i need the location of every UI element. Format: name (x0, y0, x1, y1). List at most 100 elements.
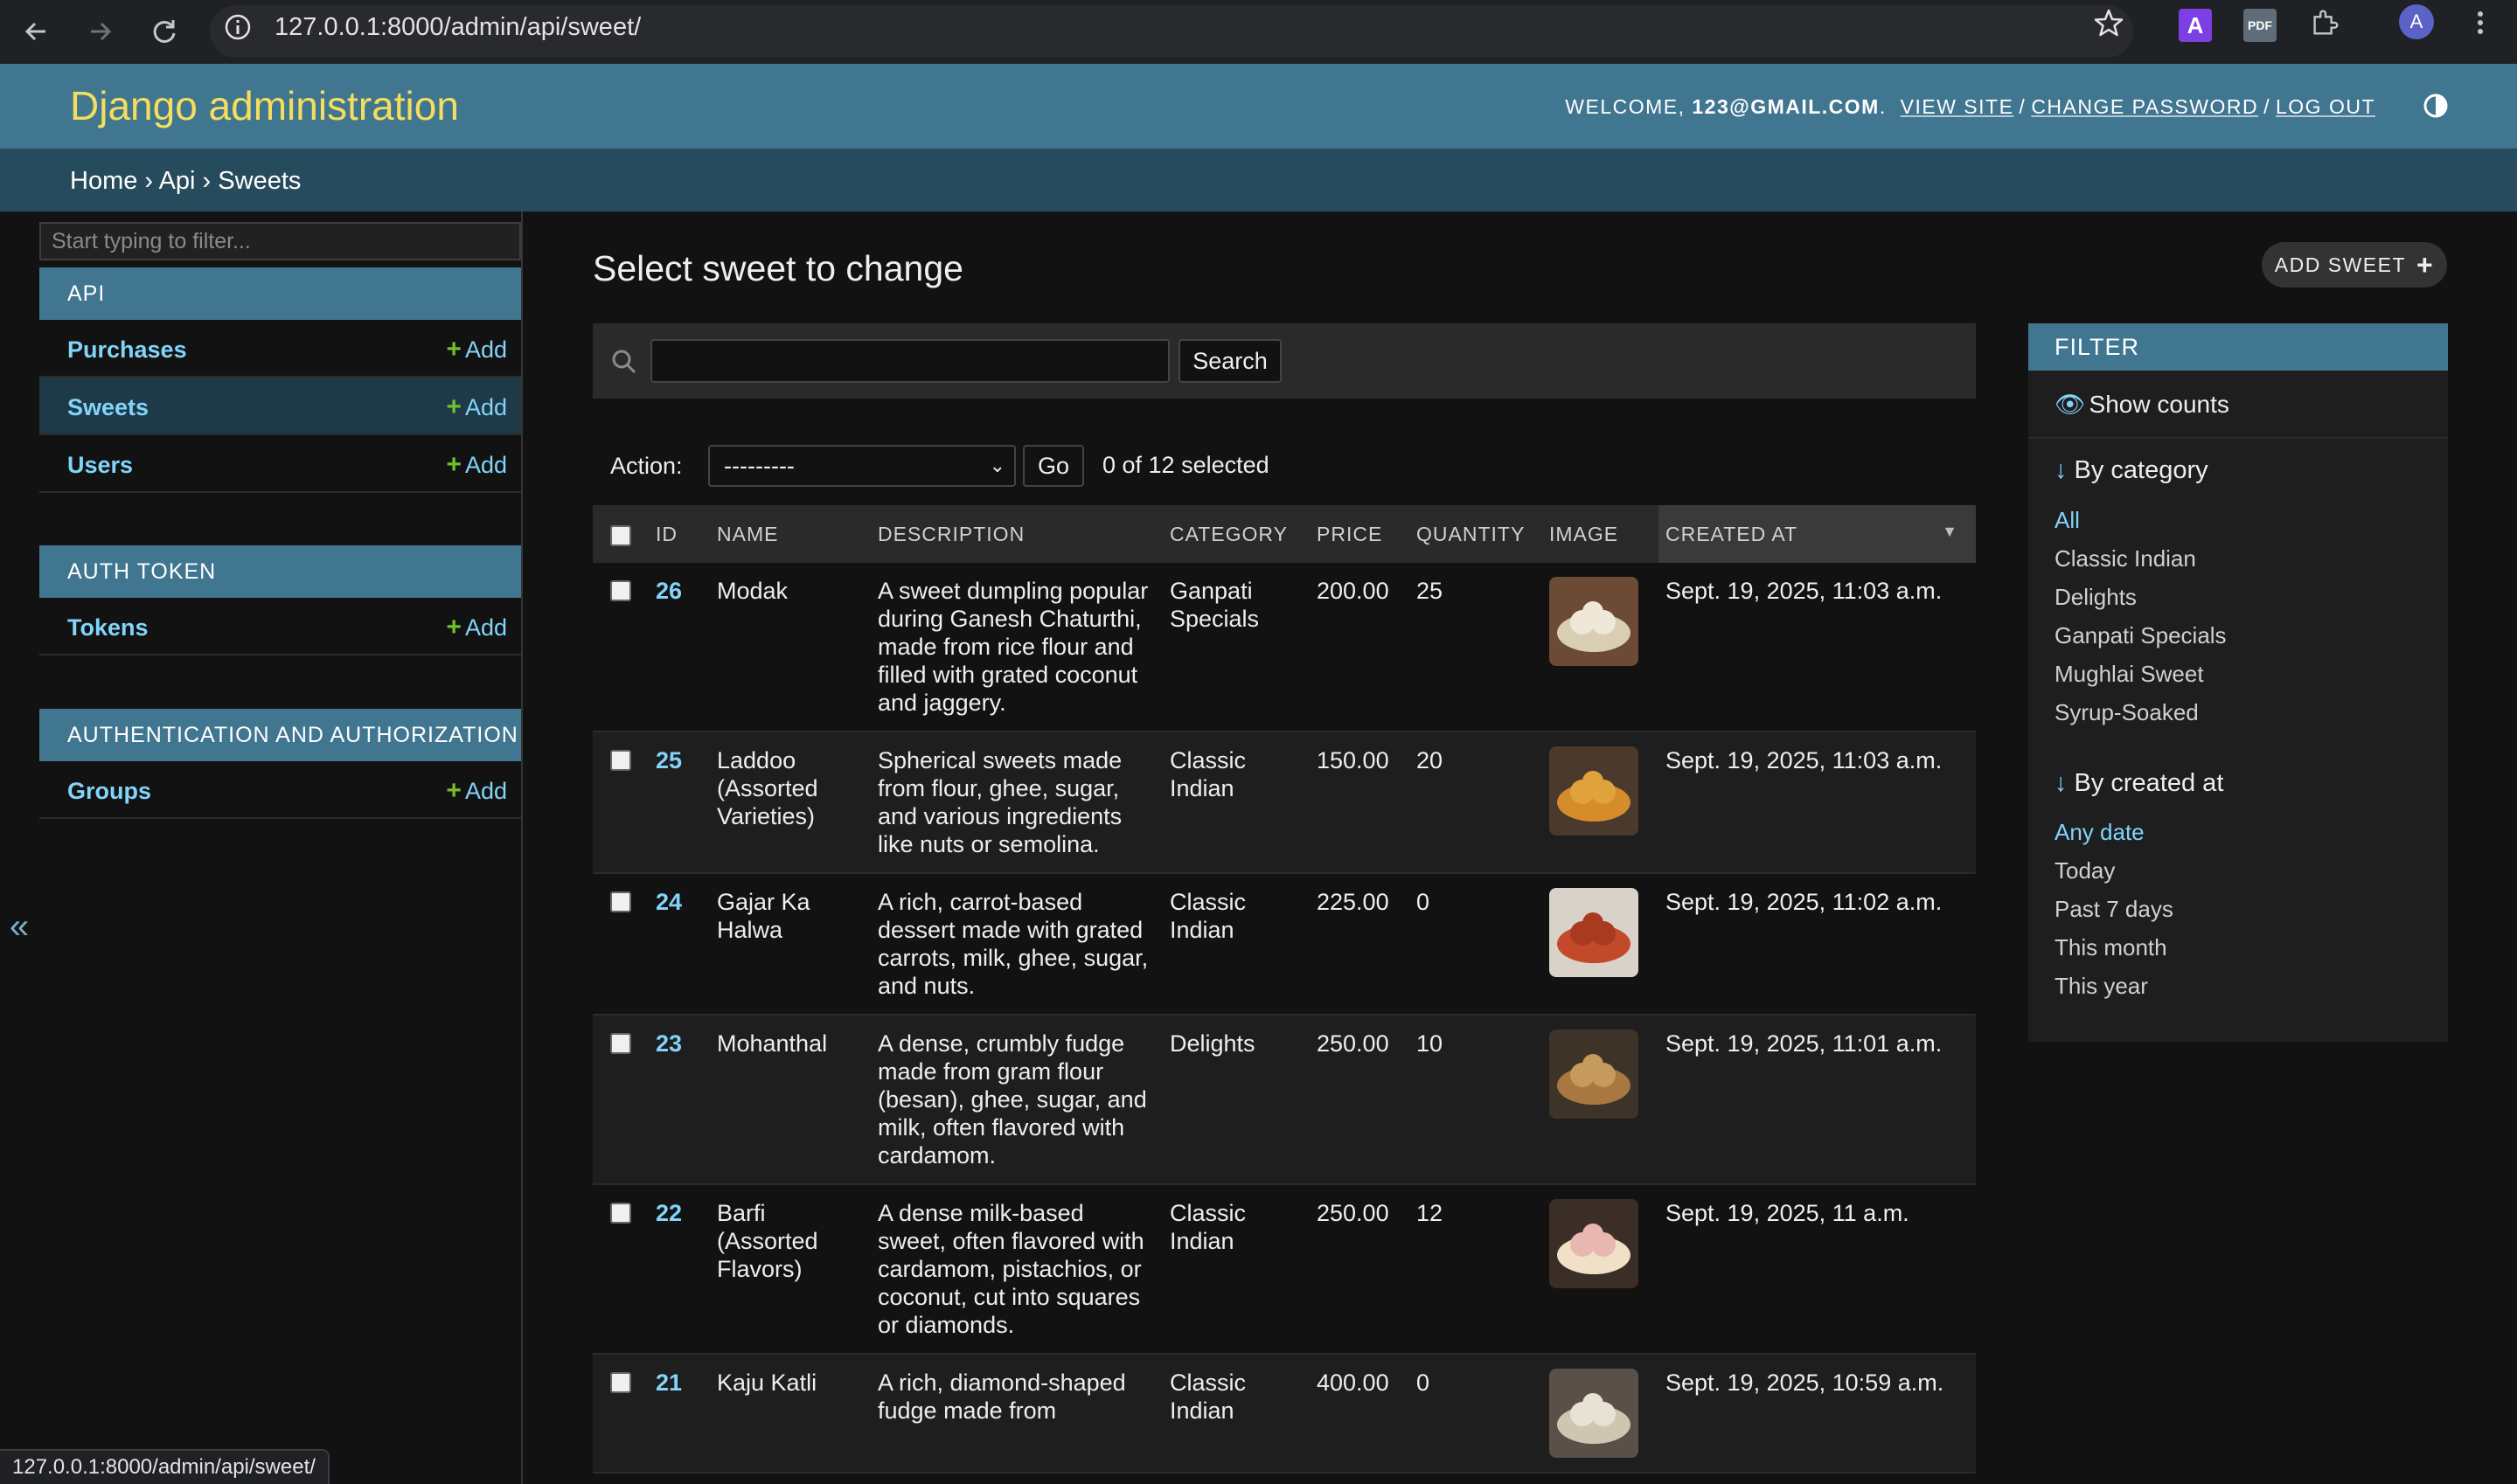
sidebar-collapse-toggle[interactable]: « (0, 891, 38, 961)
model-link-groups[interactable]: Groups (67, 777, 151, 805)
filter-choice-classic-indian[interactable]: Classic Indian (2055, 545, 2196, 572)
url-text[interactable]: 127.0.0.1:8000/admin/api/sweet/ (275, 10, 641, 45)
filter-divider (2028, 437, 2448, 439)
column-header-price[interactable]: PRICE (1310, 505, 1409, 563)
filter-choice-syrup-soaked[interactable]: Syrup-Soaked (2055, 699, 2199, 726)
filter-choice-this-month[interactable]: This month (2055, 934, 2167, 961)
module-caption-auth-token[interactable]: AUTH TOKEN (39, 545, 521, 598)
id-cell: 26 (649, 563, 710, 732)
module-caption-authentication[interactable]: AUTHENTICATION AND AUTHORIZATION (39, 709, 521, 761)
row-select-cell (593, 563, 649, 732)
site-name[interactable]: Django administration (70, 83, 459, 128)
sweet-id-link[interactable]: 26 (656, 578, 682, 604)
name-cell: Barfi (Assorted Flavors) (710, 1184, 871, 1355)
add-sweet-link[interactable]: + Add (446, 393, 507, 421)
name-cell: Gajar Ka Halwa (710, 873, 871, 1016)
sweet-id-link[interactable]: 22 (656, 1200, 682, 1226)
back-arrow-icon[interactable] (19, 14, 54, 49)
row-checkbox[interactable] (610, 1203, 631, 1224)
sweet-id-link[interactable]: 21 (656, 1370, 682, 1396)
table-row: 26 Modak A sweet dumpling popular during G… (593, 563, 1976, 732)
model-link-users[interactable]: Users (67, 451, 133, 479)
sidebar-item-tokens[interactable]: Tokens + Add (39, 598, 521, 655)
filter-choice-ganpati-specials[interactable]: Ganpati Specials (2055, 622, 2227, 649)
model-link-tokens[interactable]: Tokens (67, 614, 149, 641)
sweet-id-link[interactable]: 25 (656, 747, 682, 773)
show-counts-link[interactable]: 👁 Show counts (2055, 390, 2229, 419)
site-header: Django administration WELCOME, 123@GMAIL… (0, 64, 2517, 149)
log-out-link[interactable]: LOG OUT (2276, 95, 2375, 118)
table-row: 22 Barfi (Assorted Flavors) A dense milk-b… (593, 1184, 1976, 1355)
row-checkbox[interactable] (610, 580, 631, 601)
filter-choice-past-7-days[interactable]: Past 7 days (2055, 896, 2173, 923)
column-header-name[interactable]: NAME (710, 505, 871, 563)
row-checkbox[interactable] (610, 891, 631, 912)
column-header-created-at[interactable]: CREATED AT ▼ (1658, 505, 1976, 563)
filter-heading-category[interactable]: ↓ By category (2055, 456, 2208, 485)
breadcrumb-home[interactable]: Home (70, 167, 137, 195)
sidebar-item-purchases[interactable]: Purchases + Add (39, 320, 521, 378)
change-password-link[interactable]: CHANGE PASSWORD (2031, 95, 2258, 118)
add-group-link[interactable]: + Add (446, 777, 507, 805)
filter-choice-category-all[interactable]: All (2055, 507, 2080, 534)
module-caption-api[interactable]: API (39, 267, 521, 320)
star-icon[interactable] (2091, 5, 2126, 40)
row-checkbox[interactable] (610, 1372, 631, 1393)
user-tools: WELCOME, 123@GMAIL.COM. VIEW SITE / CHANGE… (1565, 95, 2375, 118)
forward-arrow-icon[interactable] (82, 14, 117, 49)
search-button[interactable]: Search (1179, 339, 1282, 383)
nav-filter-input[interactable] (39, 222, 521, 260)
filter-choice-this-year[interactable]: This year (2055, 973, 2148, 1000)
sweet-id-link[interactable]: 23 (656, 1030, 682, 1057)
add-user-link[interactable]: + Add (446, 451, 507, 479)
column-header-id[interactable]: ID (649, 505, 710, 563)
column-header-category[interactable]: CATEGORY (1163, 505, 1310, 563)
browser-toolbar: 127.0.0.1:8000/admin/api/sweet/ A PDF A (0, 0, 2517, 64)
row-checkbox[interactable] (610, 750, 631, 771)
model-link-sweets[interactable]: Sweets (67, 393, 149, 421)
add-token-link[interactable]: + Add (446, 614, 507, 641)
column-header-quantity[interactable]: QUANTITY (1409, 505, 1542, 563)
model-link-purchases[interactable]: Purchases (67, 336, 187, 364)
id-cell: 22 (649, 1184, 710, 1355)
row-select-cell (593, 1184, 649, 1355)
created-at-cell: Sept. 19, 2025, 10:59 a.m. (1658, 1354, 1976, 1474)
profile-avatar[interactable]: A (2399, 4, 2434, 39)
filter-choice-any-date[interactable]: Any date (2055, 819, 2145, 846)
description-cell: A rich, carrot-based dessert made with g… (871, 873, 1163, 1016)
extension-icon[interactable] (2308, 5, 2341, 38)
view-site-link[interactable]: VIEW SITE (1901, 95, 2014, 118)
row-checkbox[interactable] (610, 1033, 631, 1054)
add-purchase-link[interactable]: + Add (446, 336, 507, 364)
menu-icon[interactable] (2467, 5, 2493, 40)
pdf-extension-icon[interactable]: PDF (2243, 9, 2277, 42)
sidebar-item-users[interactable]: Users + Add (39, 435, 521, 493)
column-header-image[interactable]: IMAGE (1542, 505, 1658, 563)
image-cell (1542, 1184, 1658, 1355)
theme-toggle-icon[interactable] (2420, 90, 2451, 121)
extension-a-icon[interactable]: A (2179, 9, 2212, 42)
filter-choice-delights[interactable]: Delights (2055, 584, 2137, 611)
search-toolbar: Search (593, 323, 1976, 399)
price-cell: 200.00 (1310, 563, 1409, 732)
filter-choice-mughlai-sweet[interactable]: Mughlai Sweet (2055, 661, 2204, 688)
filter-heading-created-at[interactable]: ↓ By created at (2055, 769, 2223, 798)
sidebar-item-groups[interactable]: Groups + Add (39, 761, 521, 819)
site-info-icon[interactable] (222, 11, 254, 43)
search-icon (610, 348, 638, 376)
image-cell (1542, 732, 1658, 874)
table-row: 21 Kaju Katli A rich, diamond-shaped fudge… (593, 1354, 1976, 1474)
action-select[interactable]: --------- ⌄ (708, 445, 1016, 487)
breadcrumb-app[interactable]: Api (159, 167, 196, 195)
sweet-id-link[interactable]: 24 (656, 889, 682, 915)
select-all-checkbox[interactable] (610, 525, 631, 546)
filter-choice-today[interactable]: Today (2055, 857, 2115, 884)
add-sweet-button[interactable]: ADD SWEET + (2262, 242, 2447, 288)
id-cell: 24 (649, 873, 710, 1016)
search-input[interactable] (650, 339, 1170, 383)
sort-arrow-icon[interactable]: ▼ (1942, 523, 1958, 541)
reload-icon[interactable] (147, 14, 182, 49)
go-button[interactable]: Go (1023, 445, 1084, 487)
column-header-description[interactable]: DESCRIPTION (871, 505, 1163, 563)
sidebar-item-sweets[interactable]: Sweets + Add (39, 378, 521, 435)
